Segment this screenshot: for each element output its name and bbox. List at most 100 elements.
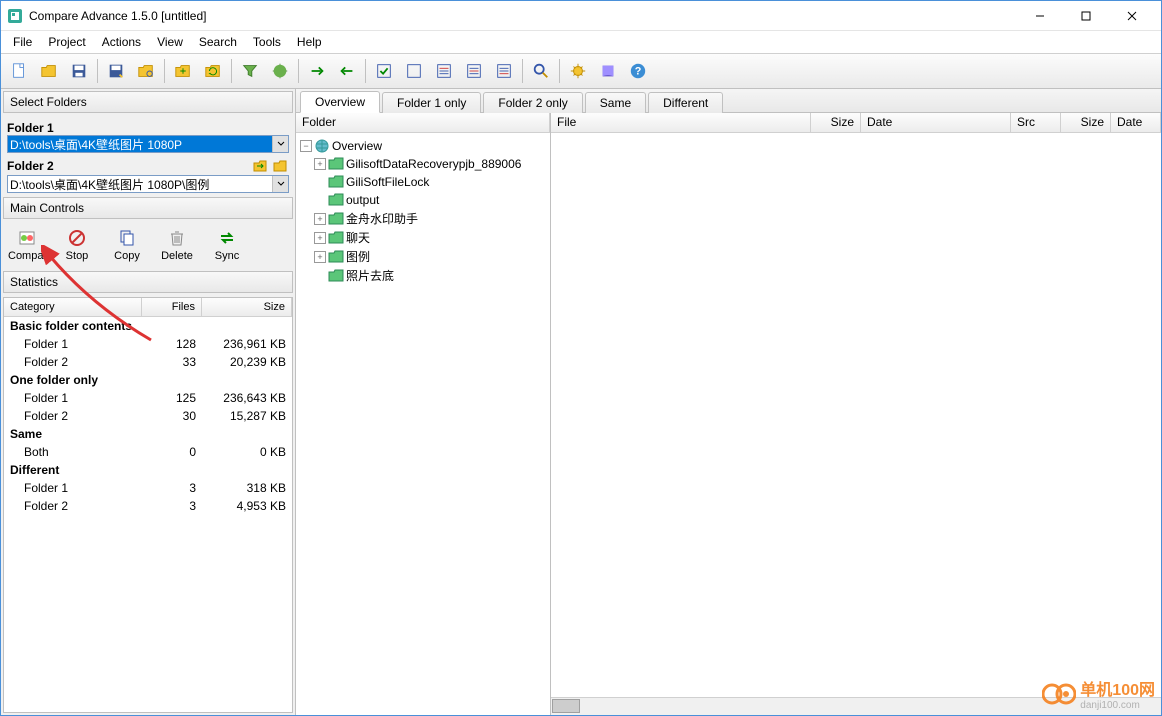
select-folders-header: Select Folders [3, 91, 293, 113]
browse-folder-icon[interactable] [271, 157, 289, 175]
stats-group-header: Same [4, 425, 292, 443]
settings-icon[interactable] [564, 57, 592, 85]
tree-node[interactable]: + GilisoftDataRecoverypjb_889006 [300, 155, 546, 173]
tab-different[interactable]: Different [648, 92, 723, 113]
folder-icon [328, 211, 344, 227]
check-icon[interactable] [370, 57, 398, 85]
tab-folder1only[interactable]: Folder 1 only [382, 92, 481, 113]
toolbar: ? [1, 53, 1161, 89]
filecol-file[interactable]: File [551, 113, 811, 132]
save-as-icon[interactable] [102, 57, 130, 85]
tree-node[interactable]: + 聊天 [300, 228, 546, 247]
main-area: Select Folders Folder 1 Folder 2 [1, 89, 1161, 715]
stats-col-files[interactable]: Files [142, 298, 202, 316]
stop-action-icon [58, 228, 96, 248]
new-icon[interactable] [5, 57, 33, 85]
filecol-date[interactable]: Date [861, 113, 1011, 132]
tree-node[interactable]: output [300, 191, 546, 209]
minimize-button[interactable] [1017, 2, 1063, 30]
help-icon[interactable]: ? [624, 57, 652, 85]
menu-help[interactable]: Help [289, 33, 330, 51]
titlebar: Compare Advance 1.5.0 [untitled] [1, 1, 1161, 31]
save-icon[interactable] [65, 57, 93, 85]
tree-node[interactable]: GiliSoftFileLock [300, 173, 546, 191]
menu-actions[interactable]: Actions [94, 33, 149, 51]
swap-folders-icon[interactable] [251, 157, 269, 175]
sync-action-icon [208, 228, 246, 248]
uncheck-icon[interactable] [400, 57, 428, 85]
folder1-label: Folder 1 [7, 121, 54, 135]
tab-same[interactable]: Same [585, 92, 646, 113]
menu-file[interactable]: File [5, 33, 40, 51]
menu-tools[interactable]: Tools [245, 33, 289, 51]
filter-settings-icon[interactable] [266, 57, 294, 85]
list2-icon[interactable] [460, 57, 488, 85]
folder1-dropdown[interactable] [272, 136, 288, 152]
svg-text:?: ? [635, 66, 642, 78]
folder2-input[interactable] [8, 176, 272, 192]
collapse-icon[interactable]: − [300, 140, 312, 152]
stats-row: Folder 234,953 KB [4, 497, 292, 515]
folder-tree-pane: Folder − Overview + GilisoftDataRecovery… [296, 113, 551, 715]
stats-row: Folder 23015,287 KB [4, 407, 292, 425]
list3-icon[interactable] [490, 57, 518, 85]
close-button[interactable] [1109, 2, 1155, 30]
filecol-date2[interactable]: Date [1111, 113, 1161, 132]
expand-icon[interactable]: + [314, 232, 326, 244]
stats-col-category[interactable]: Category [4, 298, 142, 316]
copy-action-icon [108, 228, 146, 248]
compare-button[interactable]: Compare [5, 225, 49, 265]
menubar: File Project Actions View Search Tools H… [1, 31, 1161, 53]
explorer-icon[interactable] [132, 57, 160, 85]
list1-icon[interactable] [430, 57, 458, 85]
filecol-src[interactable]: Src [1011, 113, 1061, 132]
copy-left-icon[interactable] [333, 57, 361, 85]
stop-button[interactable]: Stop [55, 225, 99, 265]
tree-node[interactable]: + 金舟水印助手 [300, 209, 546, 228]
copy-button[interactable]: Copy [105, 225, 149, 265]
folder-icon [328, 156, 344, 172]
stats-row: Folder 1128236,961 KB [4, 335, 292, 353]
tree-root[interactable]: − Overview [300, 137, 546, 155]
refresh-icon[interactable] [199, 57, 227, 85]
window-title: Compare Advance 1.5.0 [untitled] [29, 9, 1017, 23]
tree-node[interactable]: 照片去底 [300, 266, 546, 285]
open-icon[interactable] [35, 57, 63, 85]
menu-view[interactable]: View [149, 33, 191, 51]
filecol-size[interactable]: Size [811, 113, 861, 132]
book-icon[interactable] [594, 57, 622, 85]
folder2-label: Folder 2 [7, 159, 54, 173]
main-controls-header: Main Controls [3, 197, 293, 219]
tab-overview[interactable]: Overview [300, 91, 380, 113]
stats-group-header: Different [4, 461, 292, 479]
delete-button[interactable]: Delete [155, 225, 199, 265]
stats-row: Folder 13318 KB [4, 479, 292, 497]
search-icon[interactable] [527, 57, 555, 85]
stats-col-size[interactable]: Size [202, 298, 292, 316]
watermark: 单机100网 danji100.com [1042, 676, 1155, 711]
compare-action-icon [8, 228, 46, 248]
filecol-size2[interactable]: Size [1061, 113, 1111, 132]
expand-spacer [314, 270, 326, 282]
delete-action-icon [158, 228, 196, 248]
stats-group-header: Basic folder contents [4, 317, 292, 335]
folder1-input[interactable] [8, 136, 272, 152]
sync-button[interactable]: Sync [205, 225, 249, 265]
expand-icon[interactable]: + [314, 213, 326, 225]
tree-header[interactable]: Folder [296, 113, 550, 132]
compare-icon[interactable] [169, 57, 197, 85]
folder-icon [328, 230, 344, 246]
copy-right-icon[interactable] [303, 57, 331, 85]
folder-tree: − Overview + GilisoftDataRecoverypjb_889… [296, 133, 550, 715]
maximize-button[interactable] [1063, 2, 1109, 30]
folder-icon [328, 174, 344, 190]
expand-icon[interactable]: + [314, 158, 326, 170]
filter-icon[interactable] [236, 57, 264, 85]
folder2-dropdown[interactable] [272, 176, 288, 192]
menu-search[interactable]: Search [191, 33, 245, 51]
scrollbar-thumb[interactable] [552, 699, 580, 713]
menu-project[interactable]: Project [40, 33, 93, 51]
expand-icon[interactable]: + [314, 251, 326, 263]
tab-folder2only[interactable]: Folder 2 only [483, 92, 582, 113]
tree-node[interactable]: + 图例 [300, 247, 546, 266]
